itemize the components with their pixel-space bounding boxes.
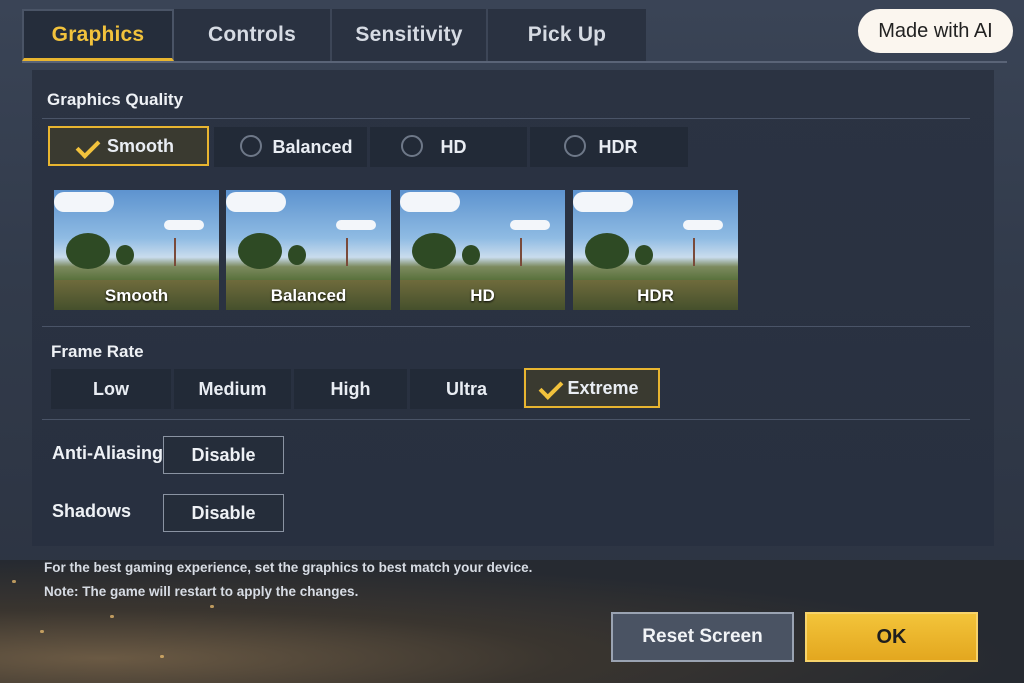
ember-spark	[110, 615, 114, 618]
quality-option-smooth[interactable]: Smooth	[48, 126, 209, 166]
quality-option-label: Smooth	[107, 135, 174, 156]
quality-option-label: Balanced	[272, 136, 353, 157]
shadows-label: Shadows	[52, 501, 132, 521]
tree	[66, 233, 110, 269]
graphics-settings-panel: Graphics Quality Smooth Balanced HD HDR …	[32, 70, 994, 546]
graphics-quality-title: Graphics Quality	[47, 90, 184, 109]
tree	[288, 245, 306, 265]
settings-tabs: Graphics Controls Sensitivity Pick Up	[22, 9, 646, 61]
cloud	[54, 192, 114, 212]
preview-label: Smooth	[104, 286, 169, 305]
windmill	[346, 238, 348, 266]
preview-balanced: Balanced	[226, 190, 391, 310]
cloud	[164, 220, 204, 230]
divider	[42, 118, 970, 119]
divider	[42, 326, 970, 327]
check-icon	[538, 375, 564, 400]
quality-option-label: HDR	[598, 136, 638, 157]
ok-button[interactable]: OK	[805, 612, 978, 662]
tip-text: For the best gaming experience, set the …	[44, 560, 533, 575]
quality-option-balanced[interactable]: Balanced	[214, 127, 367, 167]
divider	[42, 419, 970, 420]
shadows-toggle[interactable]: Disable	[163, 494, 284, 532]
tab-graphics[interactable]: Graphics	[22, 9, 174, 61]
tab-pick-up[interactable]: Pick Up	[488, 9, 646, 61]
windmill	[520, 238, 522, 266]
cloud	[336, 220, 376, 230]
windmill	[693, 238, 695, 266]
tree	[238, 233, 282, 269]
restart-note: Note: The game will restart to apply the…	[44, 584, 359, 599]
reset-screen-button[interactable]: Reset Screen	[611, 612, 794, 662]
cloud	[683, 220, 723, 230]
tree	[635, 245, 653, 265]
frame-rate-option-medium[interactable]: Medium	[174, 369, 291, 409]
anti-aliasing-toggle[interactable]: Disable	[163, 436, 284, 474]
cloud	[573, 192, 633, 212]
preview-hdr: HDR	[573, 190, 738, 310]
made-with-ai-badge: Made with AI	[858, 9, 1013, 53]
tab-underline	[22, 61, 1007, 63]
tree	[412, 233, 456, 269]
cloud	[400, 192, 460, 212]
frame-rate-option-ultra[interactable]: Ultra	[410, 369, 523, 409]
frame-rate-option-low[interactable]: Low	[51, 369, 171, 409]
preview-label: HD	[470, 286, 495, 305]
check-icon	[75, 134, 101, 159]
radio-icon	[564, 135, 586, 157]
frame-rate-option-high[interactable]: High	[294, 369, 407, 409]
radio-icon	[240, 135, 262, 157]
windmill	[174, 238, 176, 266]
ember-spark	[12, 580, 16, 583]
ember-spark	[160, 655, 164, 658]
ember-spark	[40, 630, 44, 633]
cloud	[226, 192, 286, 212]
tree	[462, 245, 480, 265]
frame-rate-title: Frame Rate	[51, 342, 144, 361]
tree	[585, 233, 629, 269]
tree	[116, 245, 134, 265]
tab-sensitivity[interactable]: Sensitivity	[332, 9, 488, 61]
preview-hd: HD	[400, 190, 565, 310]
frame-rate-option-extreme[interactable]: Extreme	[524, 368, 660, 408]
preview-label: HDR	[637, 286, 674, 305]
ember-spark	[210, 605, 214, 608]
preview-smooth: Smooth	[54, 190, 219, 310]
radio-icon	[401, 135, 423, 157]
quality-option-label: HD	[440, 136, 467, 157]
tab-controls[interactable]: Controls	[174, 9, 332, 61]
anti-aliasing-label: Anti-Aliasing	[52, 443, 163, 463]
quality-option-hdr[interactable]: HDR	[530, 127, 688, 167]
quality-option-hd[interactable]: HD	[370, 127, 527, 167]
preview-label: Balanced	[270, 286, 347, 305]
cloud	[510, 220, 550, 230]
frame-rate-option-label: Extreme	[567, 377, 639, 398]
